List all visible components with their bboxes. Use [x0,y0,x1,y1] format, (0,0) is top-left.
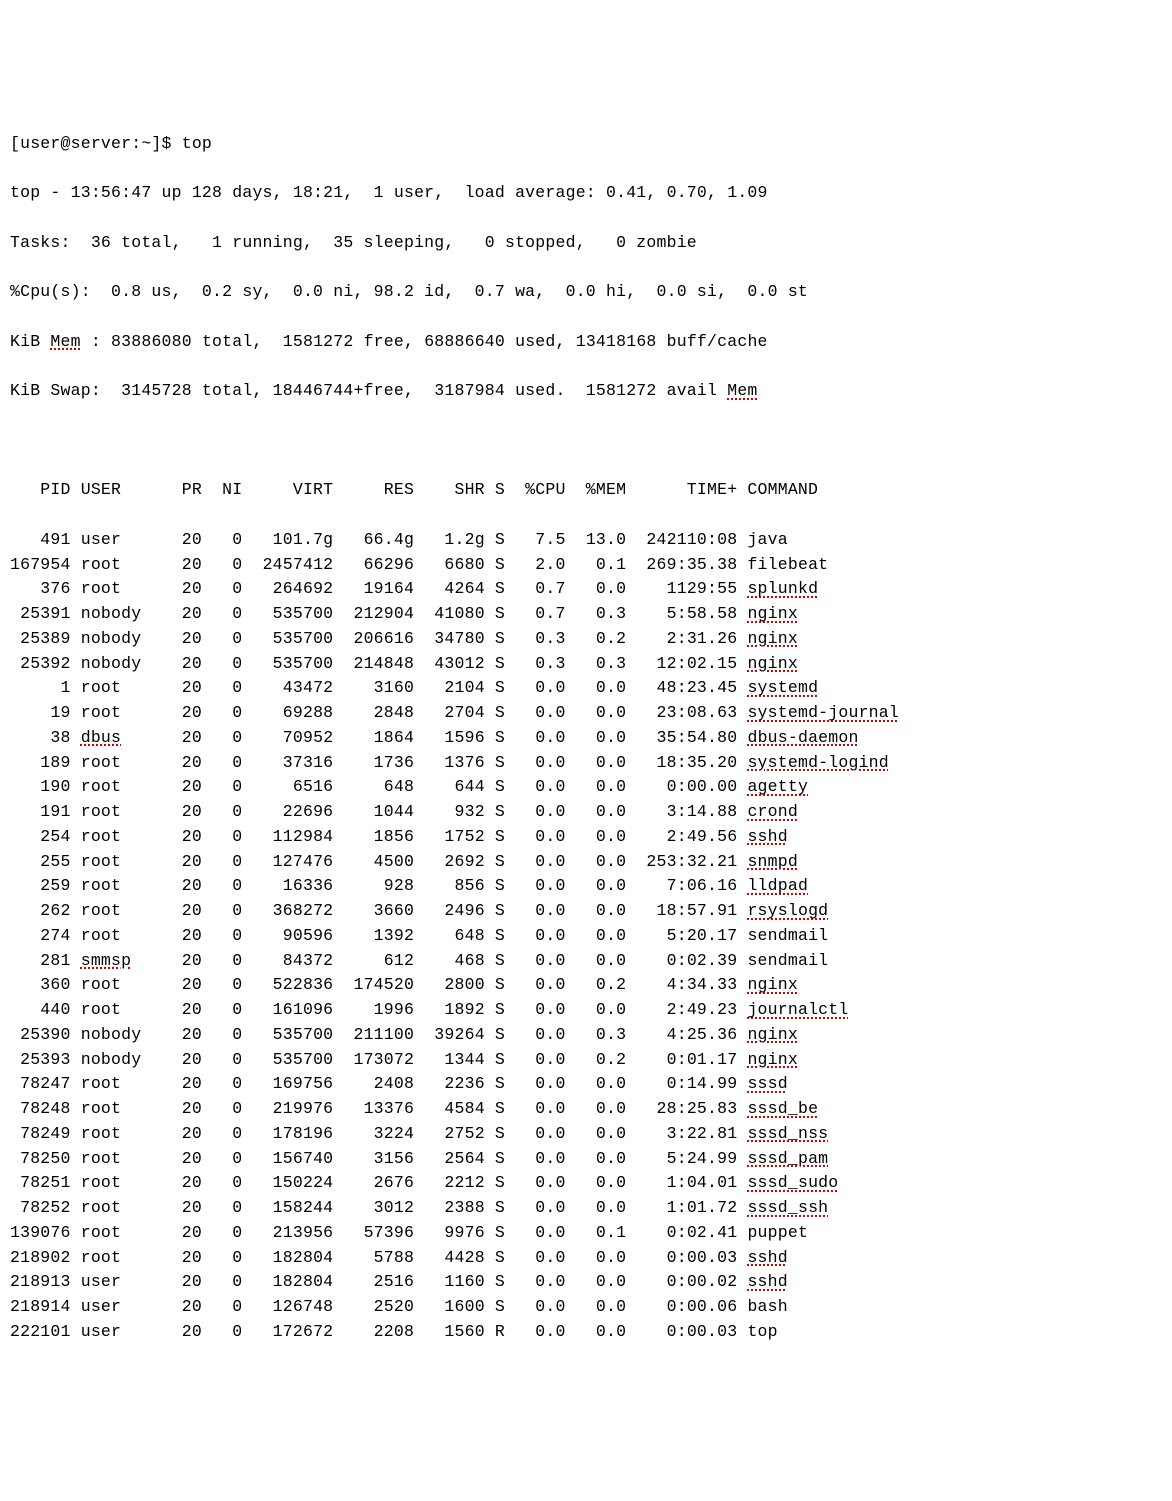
table-row: 78247 root 20 0 169756 2408 2236 S 0.0 0… [10,1072,1162,1097]
table-row: 255 root 20 0 127476 4500 2692 S 0.0 0.0… [10,850,1162,875]
user-cell: dbus [81,728,121,747]
user-cell: smmsp [81,951,132,970]
table-row: 218914 user 20 0 126748 2520 1600 S 0.0 … [10,1295,1162,1320]
command-cell: top [747,1322,777,1341]
command-cell: nginx [747,654,798,673]
command-cell: nginx [747,1050,798,1069]
command-cell: filebeat [747,555,828,574]
table-row: 218902 root 20 0 182804 5788 4428 S 0.0 … [10,1246,1162,1271]
command-cell: systemd [747,678,818,697]
command-cell: puppet [747,1223,808,1242]
table-row: 25393 nobody 20 0 535700 173072 1344 S 0… [10,1048,1162,1073]
mem-label: Mem [50,332,80,351]
command-cell: systemd-logind [747,753,888,772]
command-cell: sendmail [747,926,828,945]
table-row: 189 root 20 0 37316 1736 1376 S 0.0 0.0 … [10,751,1162,776]
terminal-output: [user@server:~]$ top top - 13:56:47 up 1… [10,107,1162,1369]
command-cell: sssd [747,1074,787,1093]
table-row: 191 root 20 0 22696 1044 932 S 0.0 0.0 3… [10,800,1162,825]
table-row: 218913 user 20 0 182804 2516 1160 S 0.0 … [10,1270,1162,1295]
table-row: 139076 root 20 0 213956 57396 9976 S 0.0… [10,1221,1162,1246]
table-row: 190 root 20 0 6516 648 644 S 0.0 0.0 0:0… [10,775,1162,800]
column-header: PID USER PR NI VIRT RES SHR S %CPU %MEM … [10,478,1162,503]
table-row: 78250 root 20 0 156740 3156 2564 S 0.0 0… [10,1147,1162,1172]
command-cell: sssd_be [747,1099,818,1118]
table-row: 25392 nobody 20 0 535700 214848 43012 S … [10,652,1162,677]
command-cell: journalctl [747,1000,848,1019]
table-row: 281 smmsp 20 0 84372 612 468 S 0.0 0.0 0… [10,949,1162,974]
table-row: 376 root 20 0 264692 19164 4264 S 0.7 0.… [10,577,1162,602]
command-cell: java [747,530,787,549]
command-cell: nginx [747,1025,798,1044]
prompt-line: [user@server:~]$ top [10,132,1162,157]
command-cell: sshd [747,827,787,846]
table-row: 78248 root 20 0 219976 13376 4584 S 0.0 … [10,1097,1162,1122]
command-cell: sshd [747,1248,787,1267]
table-row: 360 root 20 0 522836 174520 2800 S 0.0 0… [10,973,1162,998]
blank-line [10,429,1162,454]
command-cell: snmpd [747,852,798,871]
command-cell: nginx [747,975,798,994]
command-cell: sssd_sudo [747,1173,838,1192]
command-cell: sssd_ssh [747,1198,828,1217]
command-cell: lldpad [747,876,808,895]
table-row: 25389 nobody 20 0 535700 206616 34780 S … [10,627,1162,652]
command-cell: nginx [747,604,798,623]
command-cell: sendmail [747,951,828,970]
table-row: 259 root 20 0 16336 928 856 S 0.0 0.0 7:… [10,874,1162,899]
command-cell: sssd_nss [747,1124,828,1143]
command-cell: nginx [747,629,798,648]
table-row: 38 dbus 20 0 70952 1864 1596 S 0.0 0.0 3… [10,726,1162,751]
command-cell: dbus-daemon [747,728,858,747]
table-row: 167954 root 20 0 2457412 66296 6680 S 2.… [10,553,1162,578]
table-row: 491 user 20 0 101.7g 66.4g 1.2g S 7.5 13… [10,528,1162,553]
table-row: 78249 root 20 0 178196 3224 2752 S 0.0 0… [10,1122,1162,1147]
mem-label: Mem [727,381,757,400]
table-row: 1 root 20 0 43472 3160 2104 S 0.0 0.0 48… [10,676,1162,701]
table-row: 262 root 20 0 368272 3660 2496 S 0.0 0.0… [10,899,1162,924]
process-list: 491 user 20 0 101.7g 66.4g 1.2g S 7.5 13… [10,528,1162,1345]
table-row: 440 root 20 0 161096 1996 1892 S 0.0 0.0… [10,998,1162,1023]
top-header-2: Tasks: 36 total, 1 running, 35 sleeping,… [10,231,1162,256]
command-cell: rsyslogd [747,901,828,920]
command-cell: bash [747,1297,787,1316]
command-cell: crond [747,802,798,821]
command-cell: sssd_pam [747,1149,828,1168]
top-header-1: top - 13:56:47 up 128 days, 18:21, 1 use… [10,181,1162,206]
table-row: 25391 nobody 20 0 535700 212904 41080 S … [10,602,1162,627]
top-header-5: KiB Swap: 3145728 total, 18446744+free, … [10,379,1162,404]
table-row: 222101 user 20 0 172672 2208 1560 R 0.0 … [10,1320,1162,1345]
table-row: 25390 nobody 20 0 535700 211100 39264 S … [10,1023,1162,1048]
top-header-4: KiB Mem : 83886080 total, 1581272 free, … [10,330,1162,355]
table-row: 274 root 20 0 90596 1392 648 S 0.0 0.0 5… [10,924,1162,949]
command-cell: agetty [747,777,808,796]
table-row: 19 root 20 0 69288 2848 2704 S 0.0 0.0 2… [10,701,1162,726]
table-row: 254 root 20 0 112984 1856 1752 S 0.0 0.0… [10,825,1162,850]
command-cell: systemd-journal [747,703,899,722]
command-cell: splunkd [747,579,818,598]
table-row: 78251 root 20 0 150224 2676 2212 S 0.0 0… [10,1171,1162,1196]
command-cell: sshd [747,1272,787,1291]
top-header-3: %Cpu(s): 0.8 us, 0.2 sy, 0.0 ni, 98.2 id… [10,280,1162,305]
table-row: 78252 root 20 0 158244 3012 2388 S 0.0 0… [10,1196,1162,1221]
